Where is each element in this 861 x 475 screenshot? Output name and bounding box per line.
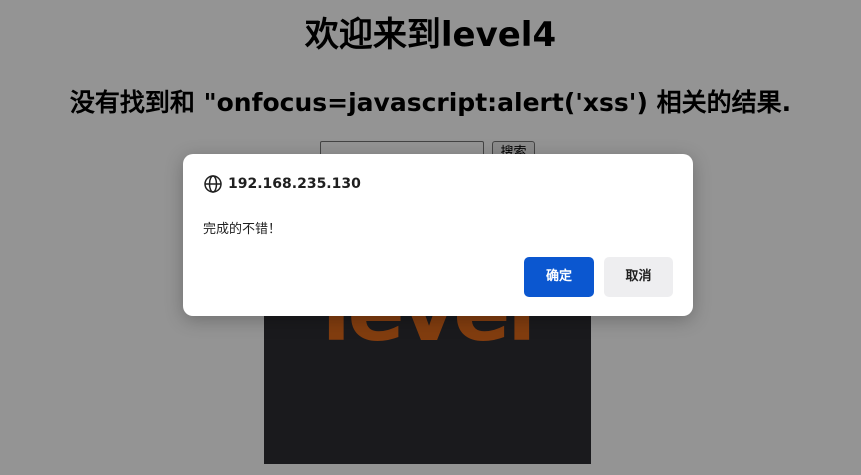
globe-icon	[204, 175, 222, 193]
cancel-button[interactable]: 取消	[604, 257, 673, 297]
dialog-origin: 192.168.235.130	[203, 174, 361, 194]
alert-dialog: 192.168.235.130 完成的不错！ 确定 取消	[183, 154, 693, 316]
dialog-message: 完成的不错！	[203, 222, 282, 237]
ok-button[interactable]: 确定	[524, 257, 594, 297]
dialog-origin-text: 192.168.235.130	[228, 176, 361, 192]
